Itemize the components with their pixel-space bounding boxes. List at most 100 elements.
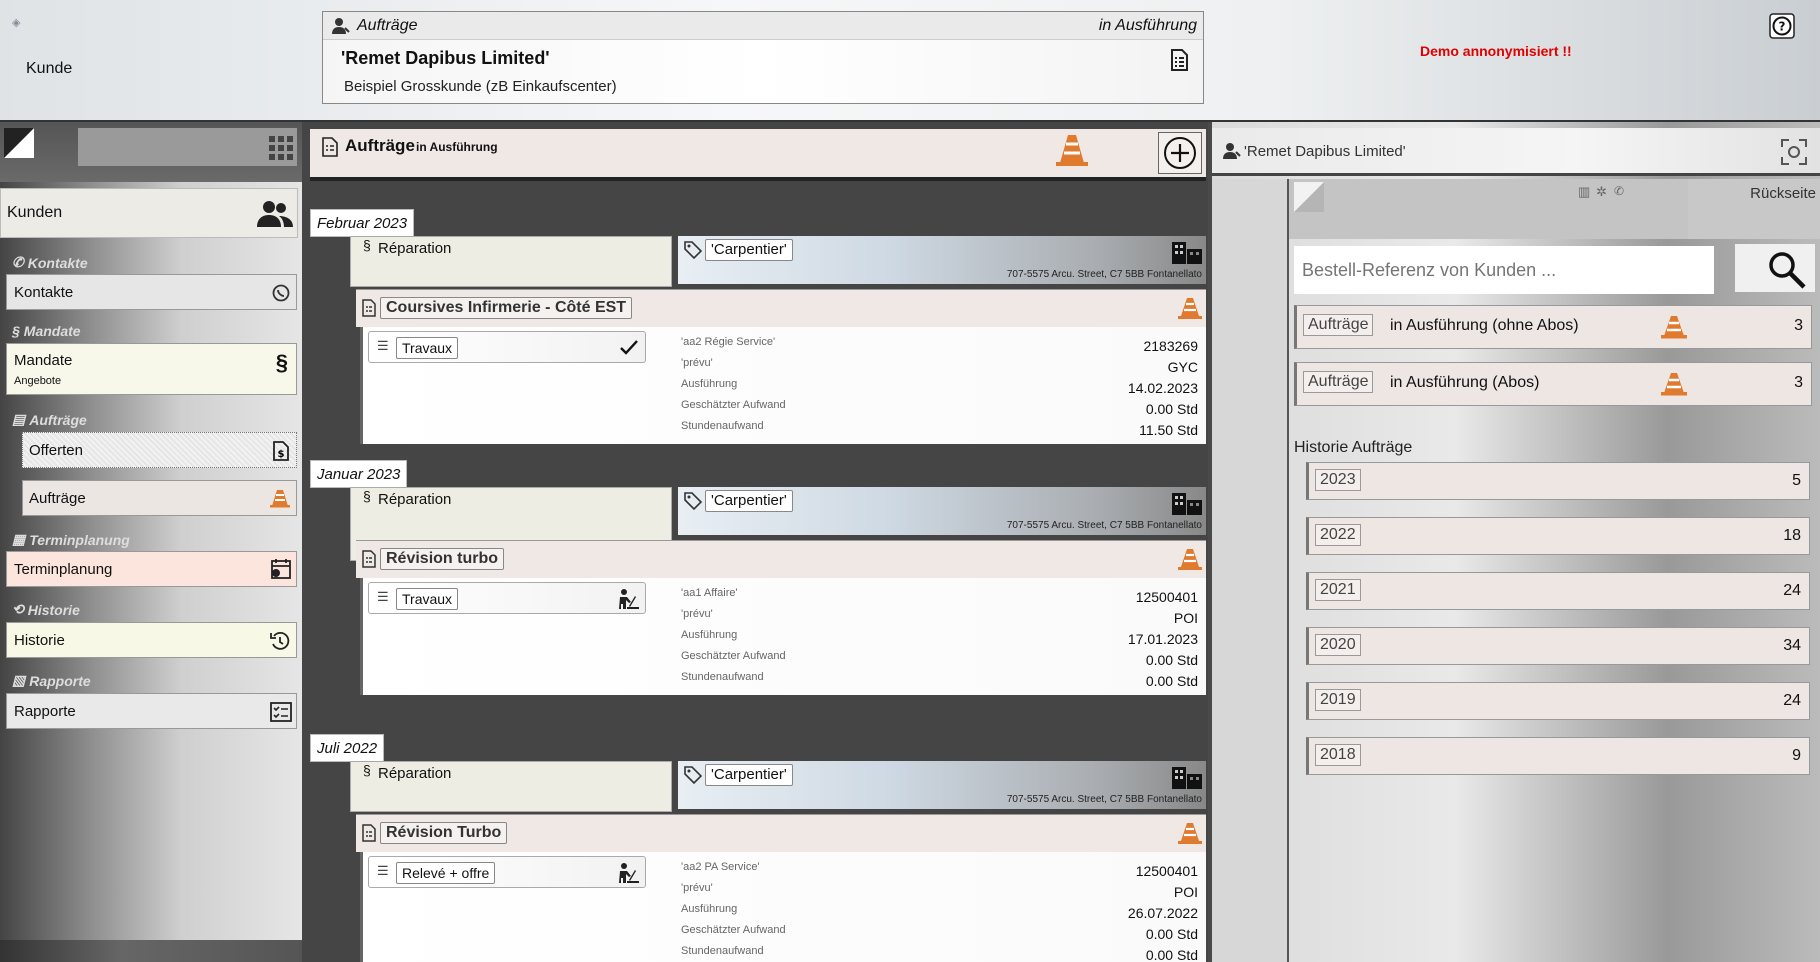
- order-body: ☰ Travaux 'aa2 Régie Service' 2183269 'pr…: [360, 327, 1206, 444]
- tag-pill[interactable]: 'Carpentier': [705, 239, 793, 261]
- history-year: 2022: [1315, 524, 1361, 546]
- search-input[interactable]: [1294, 246, 1714, 294]
- main-title-sub: in Ausführung: [416, 140, 498, 154]
- traffic-cone-icon: [1661, 314, 1687, 340]
- help-icon[interactable]: ?: [1769, 13, 1795, 39]
- tag-pill[interactable]: 'Carpentier': [705, 764, 793, 786]
- address-text: 707-5575 Arcu. Street, C7 5BB Fontanella…: [1006, 794, 1202, 805]
- network-icon[interactable]: ✲: [1596, 184, 1607, 200]
- field-label: Ausführung: [681, 903, 738, 915]
- history-year-row[interactable]: 2023 5: [1306, 462, 1810, 500]
- sidebar-item-mandate[interactable]: Mandate Angebote §: [6, 343, 297, 395]
- field-label: Stundenaufwand: [681, 671, 764, 683]
- focus-icon[interactable]: [1780, 138, 1808, 166]
- corner-toggle-icon[interactable]: [1294, 182, 1324, 212]
- customer-description: Beispiel Grosskunde (zB Einkaufscenter): [344, 78, 617, 95]
- task-label[interactable]: Travaux: [396, 588, 459, 610]
- history-year-row[interactable]: 2019 24: [1306, 682, 1810, 720]
- sidebar-bottom-shade: [0, 940, 302, 962]
- sidebar-item-terminplanung[interactable]: Terminplanung: [6, 551, 297, 587]
- history-year-row[interactable]: 2020 34: [1306, 627, 1810, 665]
- customer-card-header: [323, 12, 1203, 40]
- history-year-row[interactable]: 2022 18: [1306, 517, 1810, 555]
- mandate-label: Réparation: [378, 765, 452, 782]
- buildings-icon: [1172, 240, 1202, 264]
- sidebar-item-rapporte[interactable]: Rapporte: [6, 693, 297, 729]
- history-year: 2019: [1315, 689, 1361, 711]
- building-icon[interactable]: ▥: [1578, 184, 1590, 200]
- sidebar-item-historie[interactable]: Historie: [6, 622, 297, 658]
- field-value: 12500401: [1135, 589, 1198, 605]
- traffic-cone-icon: [1661, 371, 1687, 397]
- order-title[interactable]: Révision turbo: [380, 548, 505, 570]
- section-kontakte: ✆ Kontakte: [12, 254, 88, 271]
- history-count: 18: [1783, 527, 1801, 544]
- tag-card[interactable]: 'Carpentier' 707-5575 Arcu. Street, C7 5…: [678, 761, 1206, 809]
- demo-notice: Demo annonymisiert !!: [1420, 43, 1572, 59]
- history-count: 34: [1783, 637, 1801, 654]
- check-icon: [619, 337, 639, 357]
- summary-row[interactable]: Aufträge in Ausführung (Abos) 3: [1294, 362, 1812, 406]
- task-label[interactable]: Travaux: [396, 337, 459, 359]
- history-year-row[interactable]: 2021 24: [1306, 572, 1810, 610]
- person-icon: [331, 16, 351, 36]
- whatsapp-icon: ✆: [12, 254, 24, 270]
- tag-card[interactable]: 'Carpentier' 707-5575 Arcu. Street, C7 5…: [678, 487, 1206, 535]
- right-panel-header: 'Remet Dapibus Limited': [1212, 128, 1820, 176]
- order-title[interactable]: Révision Turbo: [380, 822, 508, 844]
- sidebar-item-offerten[interactable]: Offerten $: [22, 432, 297, 468]
- svg-text:?: ?: [1779, 20, 1786, 34]
- history-icon: ⟲: [12, 601, 24, 617]
- field-value: 2183269: [1143, 338, 1198, 354]
- tag-card[interactable]: 'Carpentier' 707-5575 Arcu. Street, C7 5…: [678, 236, 1206, 284]
- whatsapp-icon[interactable]: ✆: [1614, 184, 1624, 198]
- worker-icon: [617, 588, 639, 610]
- person-icon: [1222, 142, 1242, 160]
- section-auftraege: ▤ Aufträge: [12, 411, 87, 428]
- sidebar-item-kunden[interactable]: Kunden: [0, 188, 298, 238]
- traffic-cone-icon[interactable]: [1056, 133, 1088, 167]
- sidebar-item-auftraege[interactable]: Aufträge: [22, 480, 297, 516]
- back-side-tab[interactable]: Rückseite: [1688, 179, 1820, 239]
- section-rapporte: ▧ Rapporte: [12, 672, 91, 689]
- summary-tag: Aufträge: [1303, 371, 1374, 393]
- field-value: 0.00 Std: [1145, 673, 1198, 689]
- summary-row[interactable]: Aufträge in Ausführung (ohne Abos) 3: [1294, 305, 1812, 349]
- task-row[interactable]: ☰ Travaux: [368, 331, 646, 363]
- history-title: Historie Aufträge: [1294, 439, 1413, 456]
- order-header[interactable]: Coursives Infirmerie - Côté EST: [356, 289, 1206, 327]
- document-icon[interactable]: [1167, 48, 1191, 72]
- buildings-icon: [1172, 491, 1202, 515]
- history-year: 2020: [1315, 634, 1361, 656]
- report-icon: ▧: [12, 672, 26, 688]
- date-group-label: Februar 2023: [310, 209, 415, 237]
- paragraph-icon: §: [275, 350, 288, 375]
- order-header[interactable]: Révision turbo: [356, 540, 1206, 578]
- search-button[interactable]: [1735, 244, 1815, 292]
- task-row[interactable]: ☰ Relevé + offre: [368, 856, 646, 888]
- history-count: 9: [1792, 747, 1801, 764]
- task-row[interactable]: ☰ Travaux: [368, 582, 646, 614]
- task-label[interactable]: Relevé + offre: [396, 862, 496, 884]
- field-value: 0.00 Std: [1145, 401, 1198, 417]
- order-header[interactable]: Révision Turbo: [356, 814, 1206, 852]
- field-label: 'prévu': [681, 608, 713, 620]
- customer-card-type: Aufträge: [357, 17, 418, 34]
- customer-card[interactable]: Aufträge in Ausführung 'Remet Dapibus Li…: [322, 11, 1204, 104]
- grid-icon[interactable]: [269, 136, 293, 160]
- tag-icon: [684, 766, 702, 784]
- mandate-card[interactable]: § Réparation: [350, 761, 672, 812]
- sidebar-item-kontakte[interactable]: Kontakte: [6, 274, 297, 310]
- order-title[interactable]: Coursives Infirmerie - Côté EST: [380, 297, 633, 319]
- tag-pill[interactable]: 'Carpentier': [705, 490, 793, 512]
- corner-toggle-icon[interactable]: [4, 128, 34, 158]
- sidebar: Kunden ✆ Kontakte Kontakte § Mandate Manda…: [0, 122, 302, 962]
- mandate-card[interactable]: § Réparation: [350, 236, 672, 287]
- paragraph-icon: §: [363, 237, 371, 253]
- right-panel-sidebar-strip: [1212, 179, 1289, 962]
- add-order-button[interactable]: [1158, 132, 1202, 174]
- sidebar-search-bar[interactable]: [78, 128, 297, 166]
- history-year-row[interactable]: 2018 9: [1306, 737, 1810, 775]
- app-logo-icon[interactable]: ◈: [12, 16, 20, 29]
- kunde-label: Kunde: [26, 60, 73, 77]
